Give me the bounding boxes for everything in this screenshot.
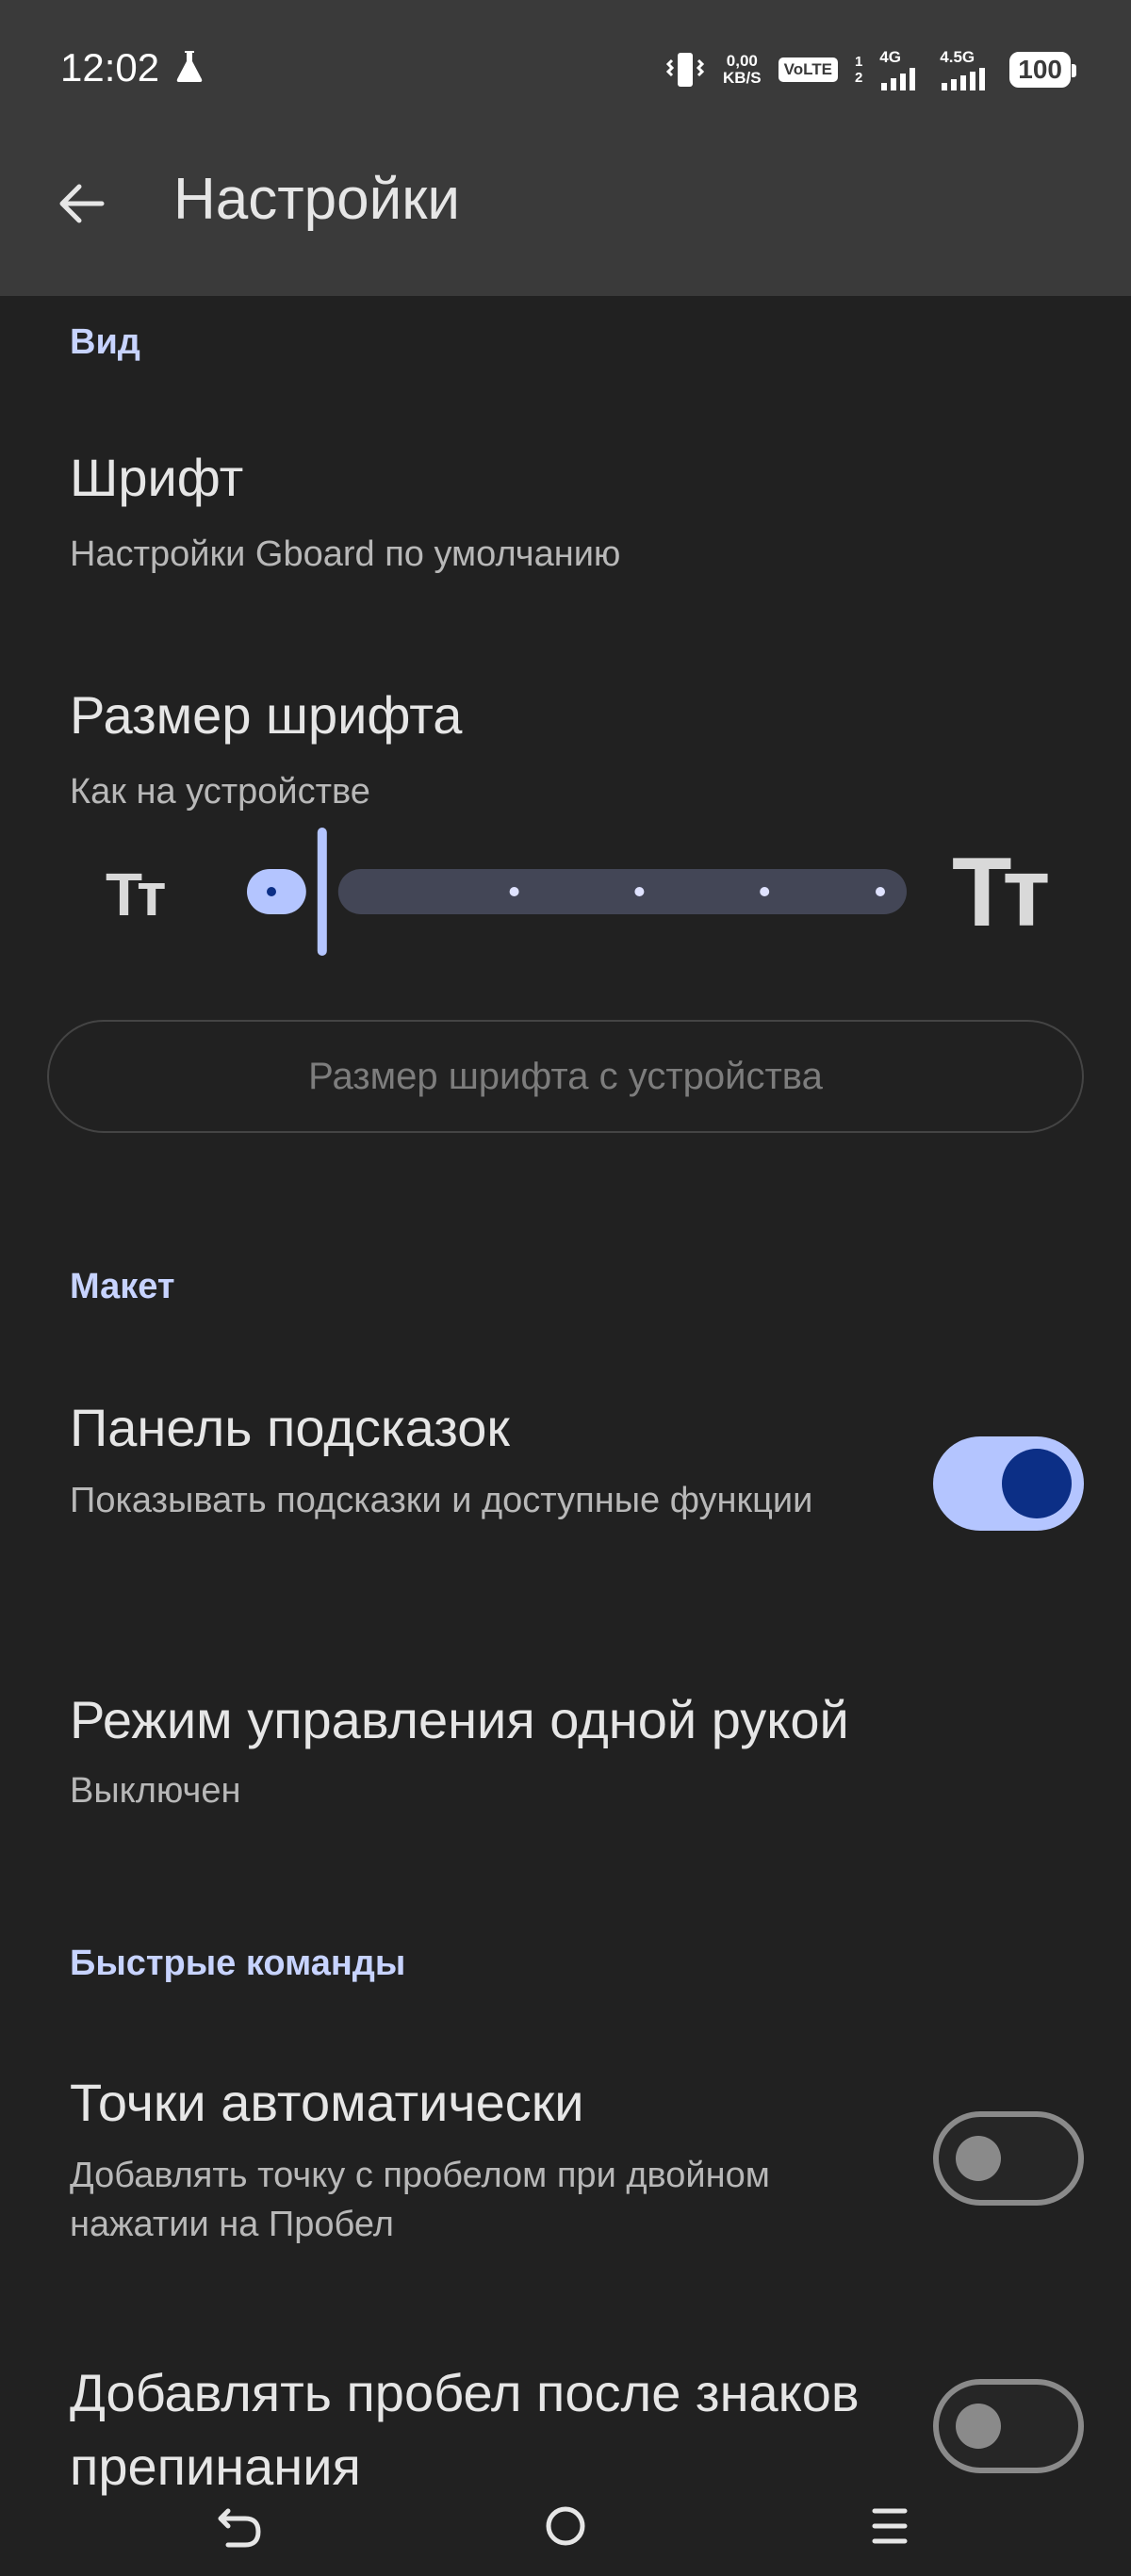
setting-suggestion-strip-title: Панель подсказок — [70, 1398, 510, 1457]
flask-icon — [176, 51, 203, 82]
nav-home-icon[interactable] — [537, 2498, 594, 2554]
status-bar: 12:02 0,00 KB/S VoLTE 12 4G 4.5G 100 — [0, 0, 1131, 141]
suggestion-strip-toggle[interactable] — [933, 1436, 1084, 1531]
volte-badge: VoLTE — [778, 57, 838, 82]
setting-auto-period-subtitle: Добавлять точку с пробелом при двойном н… — [70, 2156, 770, 2244]
nav-back-icon[interactable] — [211, 2498, 268, 2554]
setting-one-handed-title: Режим управления одной рукой — [70, 1690, 849, 1749]
slider-thumb — [317, 828, 327, 956]
status-icons: 0,00 KB/S VoLTE 12 4G 4.5G 100 — [664, 43, 1076, 96]
setting-font-size-title: Размер шрифта — [70, 685, 463, 745]
slider-step-dot — [267, 887, 276, 896]
setting-one-handed-subtitle: Выключен — [70, 1771, 241, 1811]
arrow-back-icon[interactable] — [53, 175, 109, 232]
network-speed: 0,00 KB/S — [723, 52, 762, 87]
toggle-knob — [956, 2136, 1001, 2181]
slider-step-dot — [876, 887, 885, 896]
setting-suggestion-strip-subtitle: Показывать подсказки и доступные функции — [70, 1481, 813, 1520]
slider-inactive-track — [337, 869, 907, 914]
network-2: 4.5G — [940, 49, 992, 90]
section-header-layout: Макет — [70, 1267, 175, 1306]
signal-icon — [942, 68, 986, 90]
sim-slot-indicator: 12 — [854, 54, 863, 86]
slider-step-dot — [509, 887, 519, 896]
page-title: Настройки — [173, 167, 461, 232]
status-time: 12:02 — [60, 45, 160, 90]
font-size-slider[interactable] — [247, 826, 907, 958]
network-1: 4G — [879, 49, 923, 90]
signal-icon — [881, 68, 916, 90]
setting-auto-period-title: Точки автоматически — [70, 2073, 584, 2132]
system-nav-bar — [0, 2469, 1131, 2576]
slider-active-track — [247, 869, 306, 914]
setting-font-title: Шрифт — [70, 448, 244, 507]
toggle-knob — [1002, 1449, 1072, 1518]
battery-icon: 100 — [1009, 52, 1076, 88]
section-header-view: Вид — [70, 322, 140, 362]
font-size-large-icon: Тт — [952, 838, 1051, 947]
slider-step-dot — [634, 887, 645, 896]
device-font-size-button[interactable]: Размер шрифта с устройства — [47, 1020, 1084, 1133]
vibrate-icon — [665, 53, 705, 87]
toggle-knob — [956, 2404, 1001, 2449]
section-header-shortcuts: Быстрые команды — [70, 1944, 406, 1983]
setting-font-subtitle: Настройки Gboard по умолчанию — [70, 534, 621, 574]
auto-period-toggle[interactable] — [933, 2111, 1084, 2206]
space-after-punct-toggle[interactable] — [933, 2379, 1084, 2473]
app-bar: Настройки — [0, 141, 1131, 296]
slider-step-dot — [760, 887, 770, 896]
font-size-small-icon: Тт — [106, 861, 166, 928]
setting-font-size-subtitle: Как на устройстве — [70, 772, 370, 812]
nav-menu-icon[interactable] — [861, 2498, 918, 2554]
